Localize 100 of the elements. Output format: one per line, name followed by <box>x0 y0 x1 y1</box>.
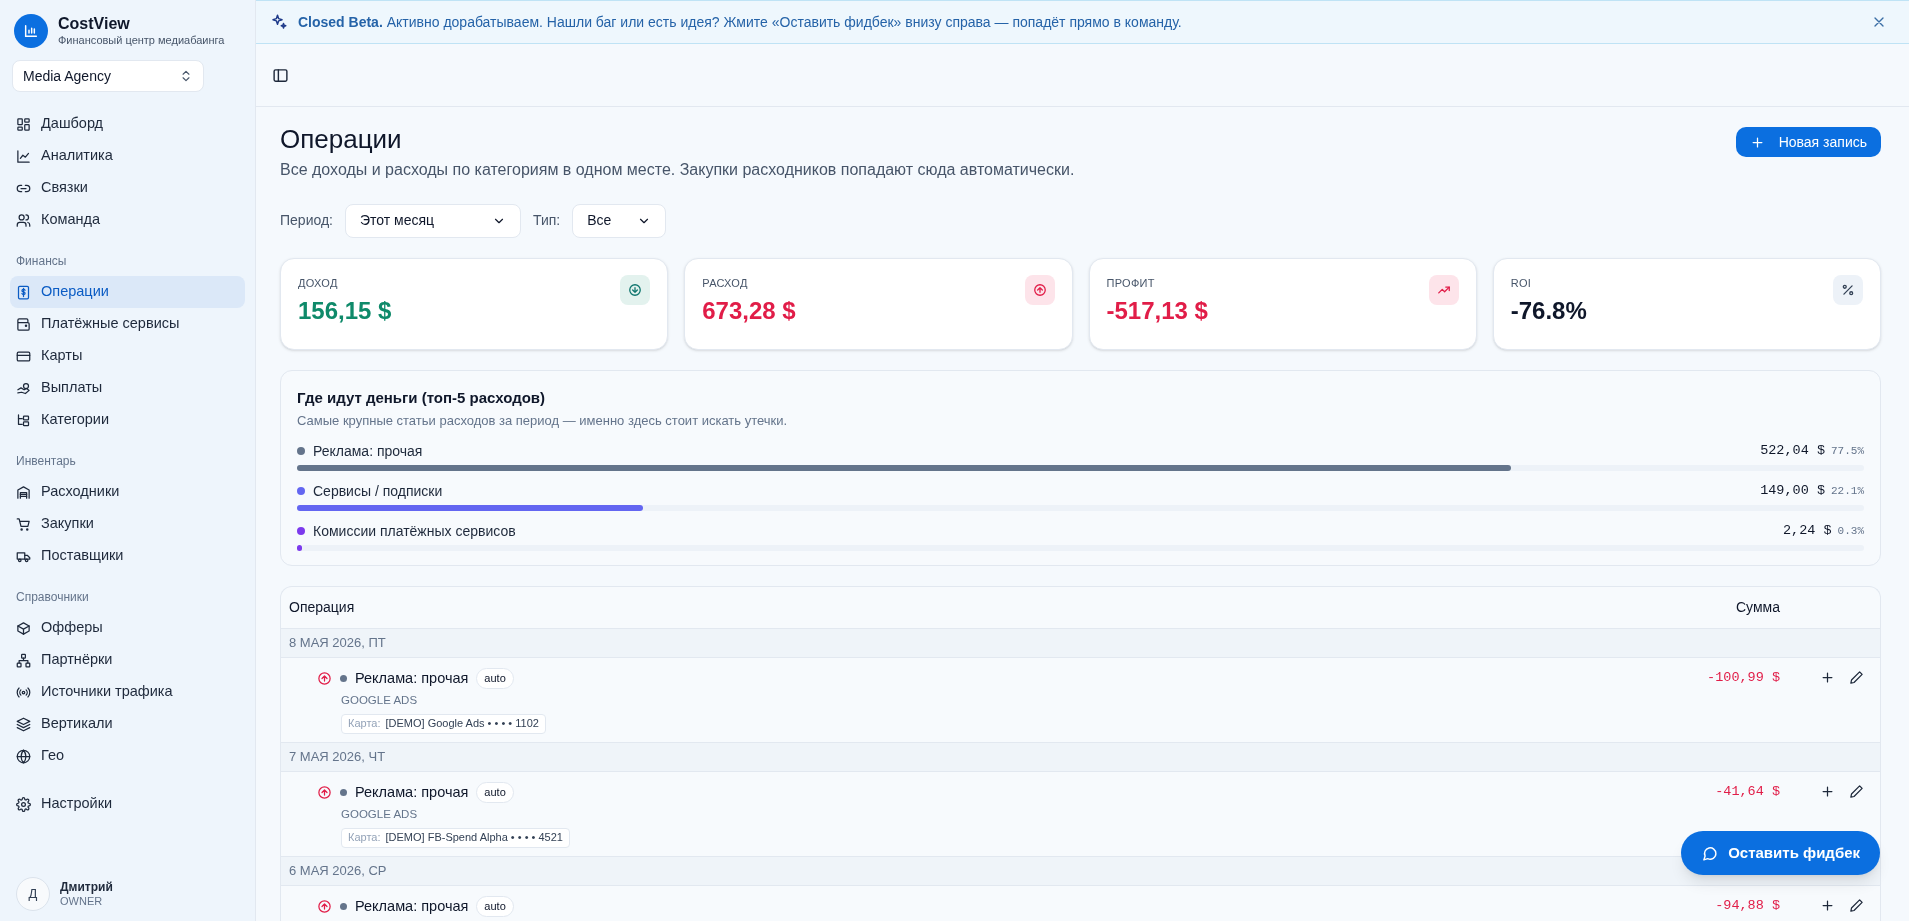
section-heading: Справочники <box>15 589 90 606</box>
brand-tagline: Финансовый центр медиабаинга <box>58 34 225 48</box>
date-header: 8 МАЯ 2026, ПТ <box>289 633 386 652</box>
globe-icon <box>16 748 31 764</box>
expense-name: Комиссии платёжных сервисов <box>313 521 516 541</box>
nav-item[interactable]: Вертикали <box>10 708 245 740</box>
section-heading: Финансы <box>15 253 68 270</box>
banner-text: Closed Beta. Активно дорабатываем. Нашли баг или есть идея? Жмите «Оставить фидбек» внизу справа — попадёт прямо в команду. <box>298 12 1183 32</box>
filter-label: Период: <box>280 211 333 230</box>
card-chip-label: Карта: <box>348 716 381 732</box>
category-name: Реклама: прочая <box>355 782 469 802</box>
sparkles-icon <box>270 13 288 31</box>
plus-icon[interactable] <box>1820 669 1835 685</box>
nav-item[interactable]: Офферы <box>10 612 245 644</box>
category-name: Реклама: прочая <box>355 896 469 916</box>
amount-cell-text: -94,88 $ <box>1714 896 1780 915</box>
kpi-value: -517,13 $ <box>1106 296 1208 326</box>
hierarchy-icon <box>16 412 31 428</box>
kpi-label: ПРОФИТ <box>1106 275 1156 291</box>
sidebar-toggle-icon[interactable] <box>272 66 289 84</box>
nav-item[interactable]: Расходники <box>10 476 245 508</box>
nav-item[interactable]: Связки <box>10 172 245 204</box>
kpi-label: ДОХОД <box>298 275 339 291</box>
line-chart-icon <box>16 148 31 164</box>
user-name: Дмитрий <box>60 879 113 895</box>
user-role: OWNER <box>60 894 104 909</box>
warehouse-icon <box>16 484 31 500</box>
box-icon <box>16 620 31 636</box>
card-chip-value: [DEMO] Google Ads • • • • 1102 <box>385 716 539 732</box>
brand-name: CostView <box>58 14 131 35</box>
nav-item[interactable]: Источники трафика <box>10 676 245 708</box>
percent-icon <box>1833 274 1863 305</box>
filter-select[interactable]: Этот месяц <box>345 203 521 238</box>
kpi-value: 673,28 $ <box>702 296 796 326</box>
kpi-value: -76.8% <box>1510 296 1587 326</box>
nav-item[interactable]: Выплаты <box>10 372 245 404</box>
column-header: Сумма <box>1735 597 1780 617</box>
new-entry-button[interactable]: Новая запись <box>1735 127 1881 157</box>
section-heading: Инвентарь <box>15 453 77 470</box>
date-header: 6 МАЯ 2026, СР <box>289 861 387 880</box>
source-label: GOOGLE ADS <box>341 693 419 709</box>
pencil-icon[interactable] <box>1849 897 1864 913</box>
nav-item[interactable]: Платёжные сервисы <box>10 308 245 340</box>
nav-item[interactable]: Аналитика <box>10 140 245 172</box>
kpi-label: ROI <box>1510 275 1533 291</box>
date-header: 7 МАЯ 2026, ЧТ <box>289 747 386 766</box>
expense-share: 0.3% <box>1837 523 1864 539</box>
logo-icon <box>14 14 48 48</box>
expense-amount: 2,24 $ <box>1783 521 1832 540</box>
nav-item[interactable]: Карты <box>10 340 245 372</box>
category-name: Реклама: прочая <box>355 668 469 688</box>
card-chip-value: [DEMO] FB-Spend Alpha • • • • 4521 <box>385 830 563 846</box>
nav-item[interactable]: Закупки <box>10 508 245 540</box>
pencil-icon[interactable] <box>1849 783 1864 799</box>
plus-icon[interactable] <box>1820 897 1835 913</box>
auto-badge: auto <box>476 668 514 689</box>
chat-bubble-icon <box>1701 844 1719 862</box>
trending-up-icon <box>1428 274 1459 305</box>
amount-cell-text: -100,99 $ <box>1706 668 1780 687</box>
source-label: GOOGLE ADS <box>341 807 419 823</box>
nav-item[interactable]: Партнёрки <box>10 644 245 676</box>
nav-item[interactable]: Настройки <box>10 788 245 820</box>
grid-icon <box>16 116 31 132</box>
amount-cell-text: -41,64 $ <box>1714 782 1780 801</box>
column-header: Операция <box>289 597 356 617</box>
nav-item[interactable]: Поставщики <box>10 540 245 572</box>
nav-item[interactable]: Команда <box>10 204 245 236</box>
card-chip-label: Карта: <box>348 830 381 846</box>
hand-coins-icon <box>16 380 31 396</box>
settings-icon <box>16 796 31 812</box>
card-subtitle: Самые крупные статьи расходов за период — именно здесь стоит искать утечки. <box>297 412 789 430</box>
kpi-value: 156,15 $ <box>298 296 392 326</box>
card-title: Где идут деньги (топ-5 расходов) <box>297 387 547 408</box>
auto-badge: auto <box>476 896 514 917</box>
wallet-icon <box>16 316 31 332</box>
workspace-select[interactable]: Media Agency <box>12 60 204 92</box>
dollar-receipt-icon <box>16 284 31 300</box>
nav-item[interactable]: Гео <box>10 740 245 772</box>
expense-share: 22.1% <box>1831 483 1864 499</box>
user-avatar: Д <box>16 877 50 911</box>
credit-card-icon <box>16 348 31 364</box>
expense-name: Сервисы / подписки <box>313 481 443 501</box>
filter-label: Тип: <box>533 211 561 230</box>
layers-icon <box>16 716 31 732</box>
nav-item[interactable]: Категории <box>10 404 245 436</box>
expense-share: 77.5% <box>1831 443 1864 459</box>
network-icon <box>16 652 31 668</box>
page-title: Операции <box>280 123 403 156</box>
shopping-cart-icon <box>16 516 31 532</box>
pencil-icon[interactable] <box>1849 669 1864 685</box>
expense-name: Реклама: прочая <box>313 441 423 461</box>
kpi-label: РАСХОД <box>702 275 749 291</box>
plus-icon[interactable] <box>1820 783 1835 799</box>
expense-amount: 522,04 $ <box>1760 441 1825 460</box>
auto-badge: auto <box>476 782 514 803</box>
filter-select[interactable]: Все <box>572 203 667 238</box>
feedback-button[interactable]: Оставить фидбек <box>1681 831 1880 875</box>
nav-item[interactable]: Операции <box>10 276 245 308</box>
plus-icon <box>1749 134 1765 150</box>
nav-item[interactable]: Дашборд <box>10 108 245 140</box>
